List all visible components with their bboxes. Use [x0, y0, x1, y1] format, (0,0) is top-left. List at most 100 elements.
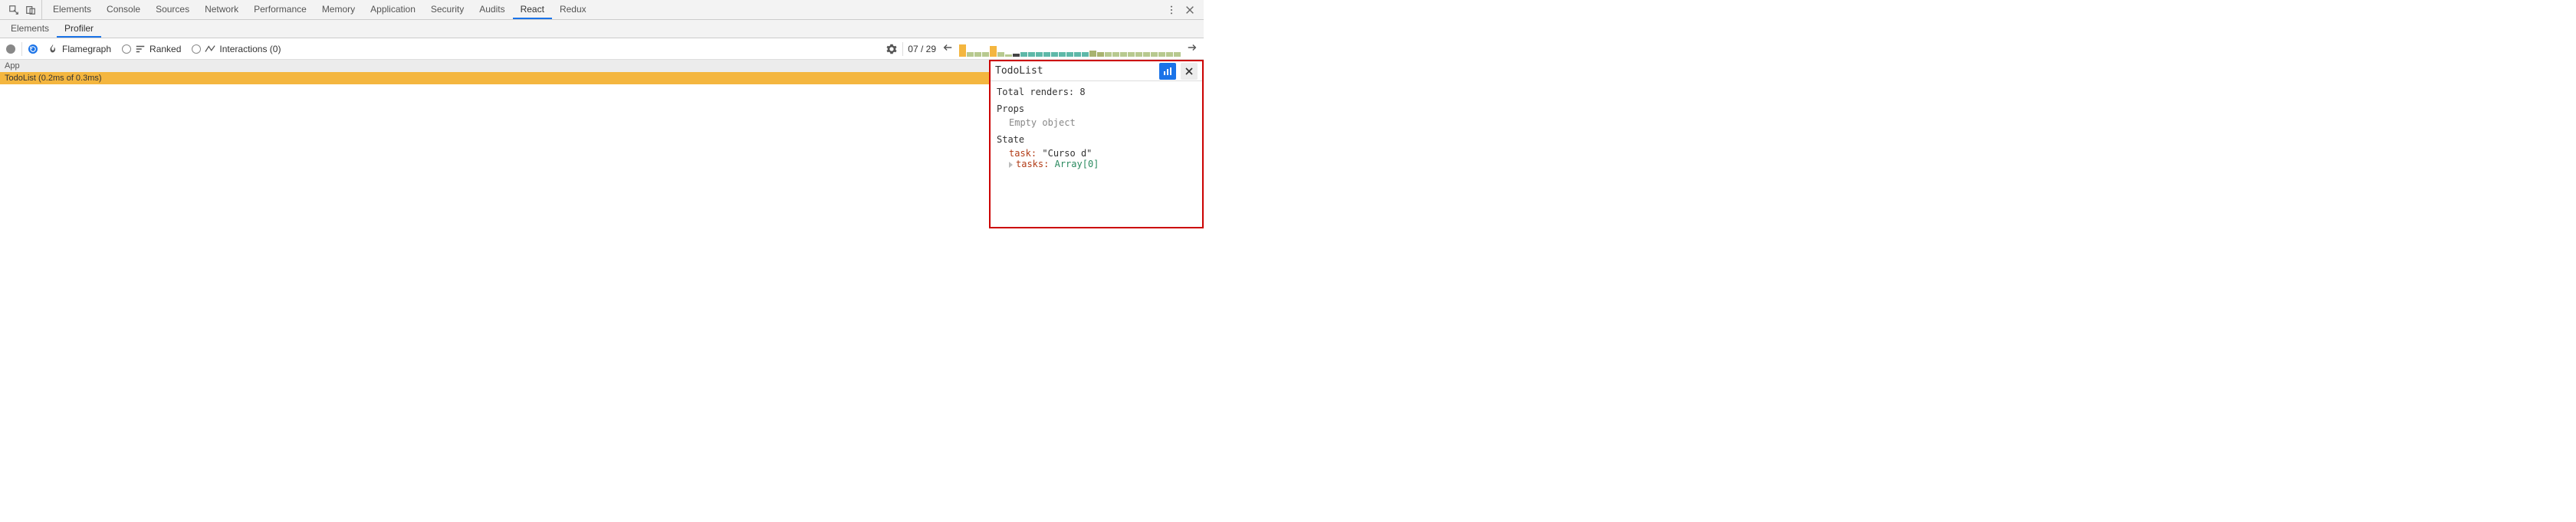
- tab-audits[interactable]: Audits: [472, 0, 512, 19]
- subtab-label: Profiler: [64, 23, 94, 34]
- view-flamegraph[interactable]: Flamegraph: [44, 43, 114, 55]
- tab-redux[interactable]: Redux: [552, 0, 594, 19]
- commit-bar[interactable]: [1158, 52, 1165, 57]
- tab-memory[interactable]: Memory: [314, 0, 363, 19]
- view-ranked[interactable]: Ranked: [119, 43, 184, 55]
- commit-bar[interactable]: [982, 52, 989, 57]
- next-commit-button[interactable]: [1185, 42, 1199, 55]
- state-task-row: task: "Curso d": [997, 148, 1196, 159]
- commit-bar[interactable]: [1105, 52, 1112, 57]
- tab-sources[interactable]: Sources: [148, 0, 197, 19]
- tab-console[interactable]: Console: [99, 0, 148, 19]
- commit-bar[interactable]: [1082, 52, 1089, 57]
- details-body: Total renders: 8 Props Empty object Stat…: [991, 81, 1202, 177]
- commit-bar[interactable]: [974, 52, 981, 57]
- flame-label: App: [5, 61, 20, 71]
- commit-bar[interactable]: [1151, 52, 1158, 57]
- commit-bar[interactable]: [1074, 52, 1081, 57]
- commit-bar[interactable]: [1051, 52, 1058, 57]
- props-section-title: Props: [997, 103, 1196, 114]
- tab-label: Audits: [479, 4, 504, 15]
- tab-react[interactable]: React: [513, 0, 552, 19]
- commit-bar-chart[interactable]: [959, 41, 1181, 57]
- devtools-tab-bar: Elements Console Sources Network Perform…: [0, 0, 1204, 20]
- commit-counter: 07 / 29: [908, 44, 936, 54]
- tab-elements[interactable]: Elements: [45, 0, 99, 19]
- react-subtab-bar: Elements Profiler: [0, 20, 1204, 38]
- tab-label: Memory: [322, 4, 355, 15]
- commit-bar[interactable]: [1097, 52, 1104, 57]
- subtab-label: Elements: [11, 23, 49, 34]
- details-header: TodoList: [991, 61, 1202, 81]
- view-interactions[interactable]: Interactions (0): [189, 43, 284, 55]
- subtab-profiler[interactable]: Profiler: [57, 20, 101, 38]
- reload-profile-button[interactable]: [27, 43, 39, 55]
- tab-label: Sources: [156, 4, 189, 15]
- chart-toggle-button[interactable]: [1159, 63, 1176, 80]
- tab-label: React: [521, 4, 544, 15]
- commit-bar[interactable]: [1120, 52, 1127, 57]
- component-details-pane: TodoList Total renders: 8 Props Empty ob…: [989, 60, 1204, 228]
- commit-bar[interactable]: [1043, 52, 1050, 57]
- state-key: tasks: [1016, 159, 1043, 169]
- total-renders-row: Total renders: 8: [997, 87, 1196, 97]
- commit-bar[interactable]: [1166, 52, 1173, 57]
- tab-label: Network: [205, 4, 238, 15]
- commit-bar[interactable]: [1020, 52, 1027, 57]
- tab-label: Redux: [560, 4, 586, 15]
- ranked-icon: [134, 43, 146, 55]
- commit-bar[interactable]: [1013, 54, 1020, 57]
- view-label: Ranked: [150, 44, 181, 54]
- state-value: "Curso d": [1042, 148, 1092, 159]
- kebab-menu-icon[interactable]: [1165, 4, 1178, 16]
- details-component-name: TodoList: [995, 65, 1155, 77]
- tab-label: Console: [107, 4, 140, 15]
- flamegraph-pane: App TodoList (0.2ms of 0.3ms): [0, 60, 989, 228]
- flame-row-todolist[interactable]: TodoList (0.2ms of 0.3ms): [0, 72, 989, 84]
- subtab-elements[interactable]: Elements: [3, 20, 57, 38]
- expand-icon[interactable]: [1009, 162, 1013, 168]
- tab-label: Security: [431, 4, 464, 15]
- profiler-toolbar: Flamegraph Ranked Interactions (0) 07 / …: [0, 38, 1204, 60]
- commit-bar[interactable]: [1135, 52, 1142, 57]
- radio-icon: [192, 44, 201, 54]
- commit-bar[interactable]: [1174, 52, 1181, 57]
- commit-bar[interactable]: [1005, 54, 1012, 57]
- prev-commit-button[interactable]: [941, 42, 955, 55]
- state-tasks-row[interactable]: tasks: Array[0]: [997, 159, 1196, 169]
- props-empty-text: Empty object: [997, 117, 1196, 128]
- commit-bar[interactable]: [990, 46, 997, 57]
- view-label: Flamegraph: [62, 44, 111, 54]
- commit-bar[interactable]: [1112, 52, 1119, 57]
- commit-bar[interactable]: [1089, 51, 1096, 57]
- inspect-icon[interactable]: [8, 4, 20, 16]
- tab-application[interactable]: Application: [363, 0, 423, 19]
- state-section-title: State: [997, 134, 1196, 145]
- commit-bar[interactable]: [1059, 52, 1066, 57]
- record-button[interactable]: [5, 43, 17, 55]
- flame-label: TodoList (0.2ms of 0.3ms): [5, 74, 102, 83]
- device-toggle-icon[interactable]: [25, 4, 37, 16]
- profiler-main: App TodoList (0.2ms of 0.3ms) TodoList T…: [0, 60, 1204, 228]
- total-renders-label: Total renders:: [997, 87, 1074, 97]
- tab-security[interactable]: Security: [423, 0, 472, 19]
- commit-bar[interactable]: [1036, 52, 1043, 57]
- close-details-button[interactable]: [1181, 63, 1198, 80]
- flame-icon: [47, 43, 59, 55]
- tab-label: Performance: [254, 4, 307, 15]
- profiler-settings-icon[interactable]: [886, 43, 898, 55]
- flame-row-app[interactable]: App: [0, 60, 989, 72]
- tab-performance[interactable]: Performance: [246, 0, 314, 19]
- interactions-icon: [204, 43, 216, 55]
- commit-bar[interactable]: [1128, 52, 1135, 57]
- view-label: Interactions (0): [219, 44, 281, 54]
- commit-bar[interactable]: [967, 52, 974, 57]
- commit-bar[interactable]: [1028, 52, 1035, 57]
- tab-network[interactable]: Network: [197, 0, 246, 19]
- commit-bar[interactable]: [1143, 52, 1150, 57]
- commit-bar[interactable]: [1066, 52, 1073, 57]
- commit-bar[interactable]: [959, 44, 966, 57]
- commit-bar[interactable]: [997, 52, 1004, 57]
- close-devtools-icon[interactable]: [1184, 4, 1196, 16]
- state-key: task: [1009, 148, 1031, 159]
